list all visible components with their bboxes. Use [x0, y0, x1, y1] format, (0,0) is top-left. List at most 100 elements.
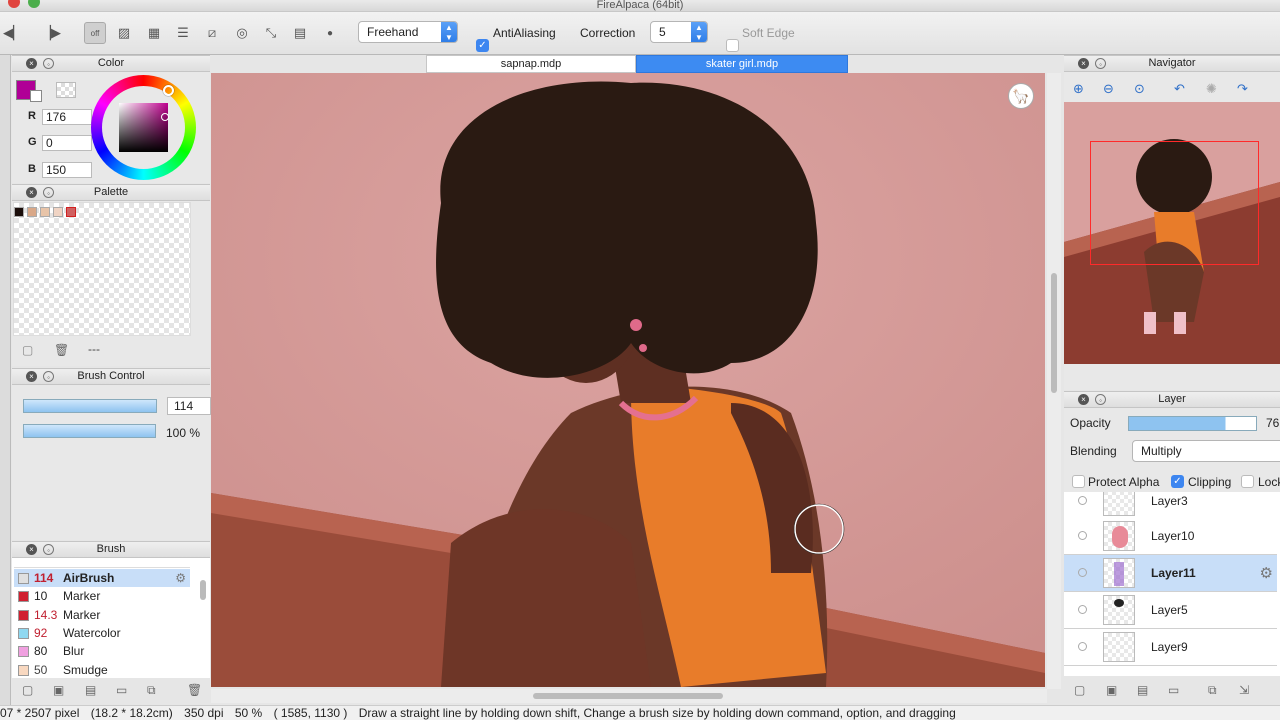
snap-perspective-icon[interactable]: ⧄: [201, 22, 223, 44]
palette-swatch[interactable]: [40, 207, 50, 217]
visibility-eye-icon[interactable]: [1078, 568, 1087, 577]
zoom-in-icon[interactable]: ⊕: [1073, 81, 1084, 97]
new-brush-icon[interactable]: ▢: [22, 683, 33, 697]
palette-grid[interactable]: [13, 202, 191, 336]
hue-wheel[interactable]: [91, 75, 196, 180]
rotate-left-icon[interactable]: ↶: [1174, 81, 1185, 97]
close-icon[interactable]: ×: [1078, 394, 1089, 405]
blue-input[interactable]: 150: [42, 162, 92, 178]
close-icon[interactable]: ×: [26, 371, 37, 382]
close-icon[interactable]: ×: [26, 58, 37, 69]
hue-handle[interactable]: [163, 85, 174, 96]
tool-strip[interactable]: [0, 55, 11, 705]
background-color-swatch[interactable]: [30, 90, 42, 102]
blending-select[interactable]: Multiply: [1132, 440, 1280, 462]
alpaca-icon[interactable]: 🦙: [1008, 83, 1034, 109]
new-1bit-layer-icon[interactable]: ▤: [1137, 683, 1148, 697]
gear-icon[interactable]: ⚙: [175, 569, 186, 587]
snap-off-button[interactable]: off: [84, 22, 106, 44]
visibility-eye-icon[interactable]: [1078, 496, 1087, 505]
snap-3d-icon[interactable]: ▤: [289, 22, 311, 44]
duplicate-icon[interactable]: ⧉: [147, 683, 156, 698]
brush-item[interactable]: 10 Marker: [14, 587, 190, 605]
brush-list-scrollbar[interactable]: [200, 580, 206, 600]
visibility-eye-icon[interactable]: [1078, 605, 1087, 614]
trash-icon[interactable]: 🗑: [187, 683, 202, 697]
snap-lines-icon[interactable]: ☰: [172, 22, 194, 44]
folder-icon[interactable]: ▭: [1168, 683, 1179, 697]
navigator-preview[interactable]: [1064, 102, 1280, 364]
green-input[interactable]: 0: [42, 135, 92, 151]
palette-swatch[interactable]: [14, 207, 24, 217]
duplicate-icon[interactable]: ⧉: [1208, 683, 1217, 698]
next-icon[interactable]: ▕▶: [40, 22, 62, 44]
brush-size-slider[interactable]: [23, 399, 157, 413]
tab-skater-girl[interactable]: skater girl.mdp: [636, 55, 848, 73]
layer-opacity-slider[interactable]: [1128, 416, 1257, 431]
new-8bit-layer-icon[interactable]: ▣: [1106, 683, 1117, 697]
close-icon[interactable]: ×: [1078, 58, 1089, 69]
prev-icon[interactable]: ◀▏: [2, 22, 24, 44]
palette-swatch[interactable]: [53, 207, 63, 217]
color-handle[interactable]: [161, 113, 169, 121]
red-input[interactable]: 176: [42, 109, 92, 125]
stroke-mode-select[interactable]: Freehand ▲ ▼: [358, 21, 458, 43]
correction-select[interactable]: 5 ▲ ▼: [650, 21, 708, 43]
eraser-brush-icon[interactable]: ▤: [85, 683, 96, 697]
tab-sapnap[interactable]: sapnap.mdp: [426, 55, 636, 73]
add-palette-icon[interactable]: ▢: [22, 343, 33, 357]
snap-curve-icon[interactable]: ⤡: [260, 22, 282, 44]
canvas-horizontal-scrollbar[interactable]: [211, 689, 1047, 703]
close-icon[interactable]: ×: [26, 544, 37, 555]
drawing-canvas[interactable]: 🦙: [211, 73, 1045, 687]
brush-item[interactable]: 50 Smudge: [14, 661, 190, 679]
folder-icon[interactable]: ▭: [116, 683, 127, 697]
layer-row[interactable]: Layer3: [1064, 492, 1277, 520]
detach-icon[interactable]: ◦: [43, 58, 54, 69]
layer-row[interactable]: Layer11 ⚙: [1064, 555, 1277, 592]
detach-icon[interactable]: ◦: [43, 544, 54, 555]
brush-item[interactable]: 14.3 Marker: [14, 606, 190, 624]
brush-size-input[interactable]: 114: [167, 397, 211, 415]
rotate-right-icon[interactable]: ↷: [1237, 81, 1248, 97]
brush-item[interactable]: 92 Watercolor: [14, 624, 190, 642]
reset-rotation-icon[interactable]: ✺: [1206, 81, 1217, 97]
snap-parallel-icon[interactable]: ▨: [113, 22, 135, 44]
detach-icon[interactable]: ◦: [43, 187, 54, 198]
snap-circle-icon[interactable]: ◎: [231, 22, 253, 44]
brush-item[interactable]: 114 AirBrush ⚙: [14, 569, 190, 587]
zoom-window-button[interactable]: [28, 0, 40, 8]
navigator-viewport-rect[interactable]: [1090, 141, 1259, 265]
detach-icon[interactable]: ◦: [43, 371, 54, 382]
palette-swatch[interactable]: [66, 207, 76, 217]
close-window-button[interactable]: [8, 0, 20, 8]
new-layer-icon[interactable]: ▢: [1074, 683, 1085, 697]
palette-swatch[interactable]: [27, 207, 37, 217]
trash-icon[interactable]: 🗑: [54, 343, 69, 357]
antialiasing-checkbox[interactable]: ✓: [476, 39, 489, 52]
lock-checkbox[interactable]: [1241, 475, 1254, 488]
detach-icon[interactable]: ◦: [1095, 394, 1106, 405]
clipping-checkbox[interactable]: ✓: [1171, 475, 1184, 488]
zoom-out-icon[interactable]: ⊖: [1103, 81, 1114, 97]
snap-dot-icon[interactable]: ●: [319, 22, 341, 44]
protect-alpha-checkbox[interactable]: [1072, 475, 1085, 488]
brush-opacity-slider[interactable]: [23, 424, 156, 438]
layer-row[interactable]: Layer10: [1064, 518, 1277, 555]
merge-down-icon[interactable]: ⇲: [1239, 683, 1249, 697]
visibility-eye-icon[interactable]: [1078, 642, 1087, 651]
layer-row[interactable]: Layer5: [1064, 592, 1277, 629]
saturation-value-square[interactable]: [119, 103, 168, 152]
gear-icon[interactable]: ⚙: [1260, 564, 1273, 582]
pen-brush-icon[interactable]: ▣: [53, 683, 64, 697]
brush-item[interactable]: 80 Blur: [14, 642, 190, 660]
layer-row[interactable]: Layer9: [1064, 629, 1277, 666]
detach-icon[interactable]: ◦: [1095, 58, 1106, 69]
soft-edge-checkbox[interactable]: [726, 39, 739, 52]
snap-grid-icon[interactable]: ▦: [143, 22, 165, 44]
visibility-eye-icon[interactable]: [1078, 531, 1087, 540]
canvas-vertical-scrollbar[interactable]: [1047, 73, 1061, 689]
close-icon[interactable]: ×: [26, 187, 37, 198]
transparent-color-swatch[interactable]: [56, 82, 76, 98]
zoom-fit-icon[interactable]: ⊙: [1134, 81, 1145, 97]
